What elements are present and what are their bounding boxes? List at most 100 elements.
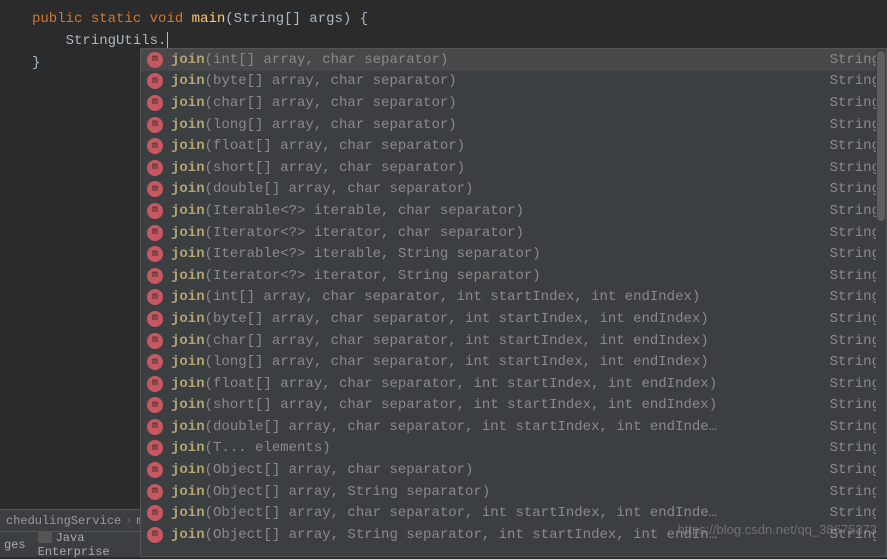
- completion-item[interactable]: mjoin(byte[] array, char separator)Strin…: [141, 71, 886, 93]
- completion-name: join: [171, 225, 205, 241]
- completion-name: join: [171, 527, 205, 543]
- completion-params: (short[] array, char separator, int star…: [205, 397, 717, 413]
- completion-name: join: [171, 160, 205, 176]
- completion-item[interactable]: mjoin(int[] array, char separator)String: [141, 49, 886, 71]
- completion-item[interactable]: mjoin(short[] array, char separator)Stri…: [141, 157, 886, 179]
- tool-tab-java-enterprise[interactable]: Java Enterprise: [38, 531, 124, 559]
- completion-return-type: String: [818, 333, 880, 349]
- completion-return-type: String: [818, 95, 880, 111]
- completion-return-type: String: [818, 289, 880, 305]
- completion-params: (Iterable<?> iterable, char separator): [205, 203, 524, 219]
- method-icon: m: [147, 462, 163, 478]
- completion-name: join: [171, 95, 205, 111]
- completion-item[interactable]: mjoin(T... elements)String: [141, 438, 886, 460]
- completion-item[interactable]: mjoin(long[] array, char separator)Strin…: [141, 114, 886, 136]
- completion-item[interactable]: mjoin(long[] array, char separator, int …: [141, 351, 886, 373]
- keyword-void: void: [150, 11, 184, 27]
- method-icon: m: [147, 95, 163, 111]
- method-icon: m: [147, 440, 163, 456]
- completion-name: join: [171, 440, 205, 456]
- completion-params: (Object[] array, String separator): [205, 484, 491, 500]
- completion-item[interactable]: mjoin(int[] array, char separator, int s…: [141, 287, 886, 309]
- completion-params: (Iterator<?> iterator, String separator): [205, 268, 541, 284]
- breadcrumb-class[interactable]: chedulingService: [6, 514, 121, 528]
- method-icon: m: [147, 397, 163, 413]
- completion-params: (long[] array, char separator): [205, 117, 457, 133]
- completion-item[interactable]: mjoin(Object[] array, char separator, in…: [141, 502, 886, 524]
- tool-tab-messages[interactable]: ges: [4, 538, 26, 552]
- breadcrumb-method[interactable]: main: [136, 514, 140, 528]
- completion-item[interactable]: mjoin(Iterable<?> iterable, char separat…: [141, 200, 886, 222]
- completion-return-type: String: [818, 225, 880, 241]
- keyword-static: static: [91, 11, 141, 27]
- method-icon: m: [147, 376, 163, 392]
- completion-item[interactable]: mjoin(Object[] array, String separator)S…: [141, 481, 886, 503]
- completion-popup[interactable]: mjoin(int[] array, char separator)String…: [140, 48, 887, 557]
- code-line-1: public static void main(String[] args) {: [0, 8, 887, 30]
- scrollbar-thumb[interactable]: [877, 51, 885, 221]
- method-icon: m: [147, 138, 163, 154]
- completion-item[interactable]: mjoin(float[] array, char separator)Stri…: [141, 135, 886, 157]
- completion-item[interactable]: mjoin(char[] array, char separator) Strin…: [141, 92, 886, 114]
- completion-name: join: [171, 397, 205, 413]
- completion-return-type: String: [818, 419, 880, 435]
- completion-params: (short[] array, char separator): [205, 160, 465, 176]
- completion-name: join: [171, 376, 205, 392]
- completion-return-type: String: [818, 505, 880, 521]
- function-main: main: [192, 11, 226, 27]
- completion-name: join: [171, 462, 205, 478]
- completion-item[interactable]: mjoin(Iterator<?> iterator, char separat…: [141, 222, 886, 244]
- completion-name: join: [171, 181, 205, 197]
- method-icon: m: [147, 52, 163, 68]
- completion-list[interactable]: mjoin(int[] array, char separator)String…: [141, 49, 886, 546]
- method-icon: m: [147, 354, 163, 370]
- method-icon: m: [147, 505, 163, 521]
- completion-return-type: String: [818, 203, 880, 219]
- caret-icon: [167, 32, 168, 48]
- call-stringutils: StringUtils.: [66, 33, 167, 49]
- popup-scrollbar[interactable]: [876, 49, 886, 556]
- completion-name: join: [171, 419, 205, 435]
- completion-name: join: [171, 289, 205, 305]
- completion-return-type: String: [818, 160, 880, 176]
- completion-item[interactable]: mjoin(Iterable<?> iterable, String separ…: [141, 243, 886, 265]
- completion-return-type: String: [818, 462, 880, 478]
- completion-params: (T... elements): [205, 440, 331, 456]
- completion-params: (int[] array, char separator, int startI…: [205, 289, 701, 305]
- method-icon: m: [147, 289, 163, 305]
- completion-item[interactable]: mjoin(Iterator<?> iterator, String separ…: [141, 265, 886, 287]
- completion-return-type: String: [818, 311, 880, 327]
- completion-params: (float[] array, char separator, int star…: [205, 376, 717, 392]
- completion-item[interactable]: mjoin(float[] array, char separator, int…: [141, 373, 886, 395]
- completion-return-type: String: [818, 52, 880, 68]
- completion-return-type: String: [818, 354, 880, 370]
- completion-params: (int[] array, char separator): [205, 52, 449, 68]
- completion-item[interactable]: mjoin(double[] array, char separator)Str…: [141, 179, 886, 201]
- params-main: (String[] args) {: [225, 11, 368, 27]
- bottom-toolbar: ges Java Enterprise: [0, 531, 140, 557]
- completion-name: join: [171, 246, 205, 262]
- method-icon: m: [147, 484, 163, 500]
- completion-item[interactable]: mjoin(double[] array, char separator, in…: [141, 416, 886, 438]
- method-icon: m: [147, 117, 163, 133]
- completion-return-type: String: [818, 268, 880, 284]
- completion-item[interactable]: mjoin(Object[] array, char separator)Str…: [141, 459, 886, 481]
- completion-item[interactable]: mjoin(short[] array, char separator, int…: [141, 395, 886, 417]
- completion-params: (Object[] array, String separator, int s…: [205, 527, 717, 543]
- method-icon: m: [147, 246, 163, 262]
- completion-return-type: String: [818, 246, 880, 262]
- completion-params: (double[] array, char separator): [205, 181, 474, 197]
- completion-return-type: String: [818, 376, 880, 392]
- completion-name: join: [171, 203, 205, 219]
- completion-item[interactable]: mjoin(char[] array, char separator, int …: [141, 330, 886, 352]
- completion-name: join: [171, 484, 205, 500]
- completion-params: (char[] array, char separator): [205, 95, 457, 111]
- breadcrumb[interactable]: chedulingService › main: [0, 509, 140, 531]
- breadcrumb-sep-icon: ›: [125, 514, 132, 528]
- completion-item[interactable]: mjoin(byte[] array, char separator, int …: [141, 308, 886, 330]
- method-icon: m: [147, 181, 163, 197]
- completion-return-type: String: [818, 73, 880, 89]
- completion-params: (float[] array, char separator): [205, 138, 465, 154]
- completion-name: join: [171, 311, 205, 327]
- completion-params: (Iterator<?> iterator, char separator): [205, 225, 524, 241]
